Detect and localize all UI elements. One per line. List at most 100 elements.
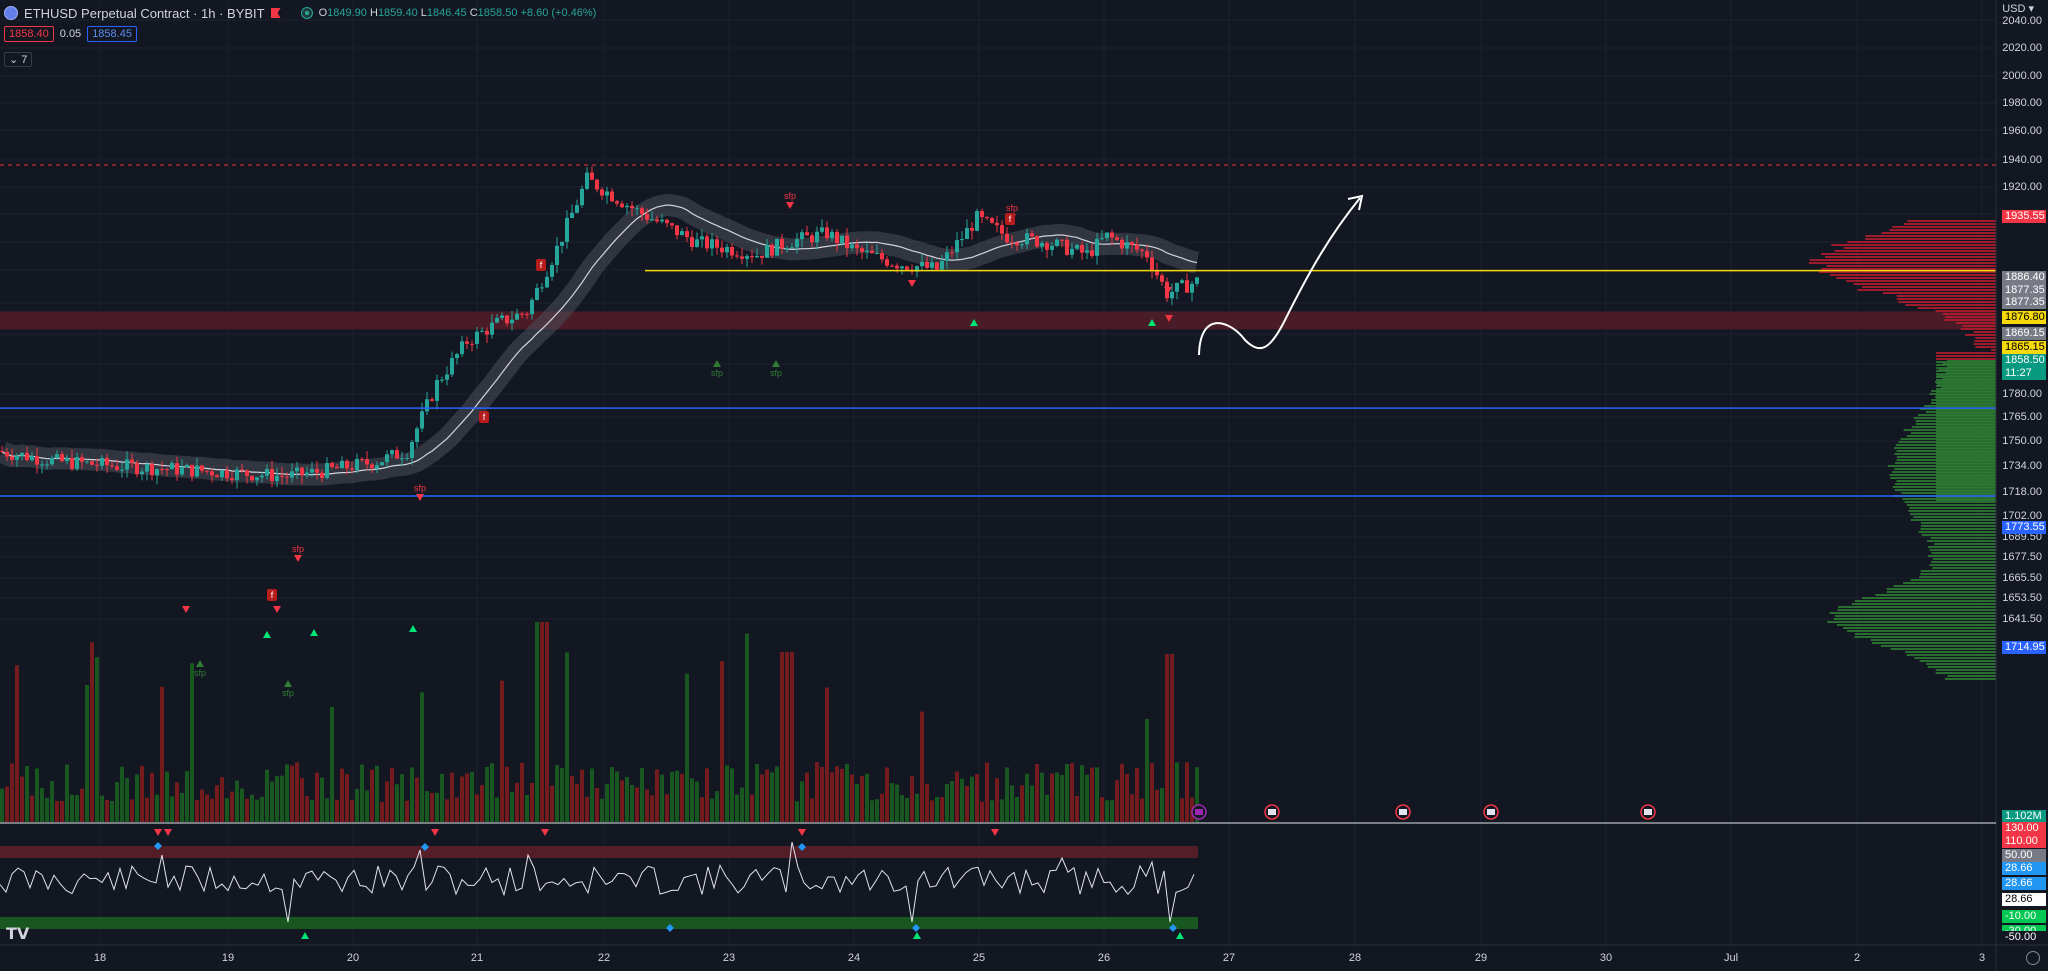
profile-bar bbox=[1975, 346, 1996, 348]
candle-body bbox=[100, 458, 104, 466]
currency-selector[interactable]: USD ▾ bbox=[2002, 2, 2034, 15]
volume-bar bbox=[530, 783, 534, 822]
sell-price-button[interactable]: 1858.40 bbox=[4, 26, 54, 42]
profile-bar bbox=[1921, 525, 1996, 527]
volume-bar bbox=[170, 796, 174, 822]
profile-bar bbox=[1847, 630, 1996, 632]
profile-bar bbox=[1888, 465, 1996, 467]
candle-body bbox=[145, 464, 149, 472]
volume-bar bbox=[775, 766, 779, 822]
candle-body bbox=[595, 180, 599, 190]
candle-body bbox=[340, 461, 344, 468]
settings-icon[interactable] bbox=[2026, 951, 2040, 965]
price-tick: 1665.50 bbox=[2002, 572, 2042, 584]
profile-bar bbox=[1855, 600, 1996, 602]
volume-bar bbox=[945, 784, 949, 822]
volume-bar bbox=[790, 652, 794, 822]
volume-bar bbox=[205, 795, 209, 822]
profile-bar bbox=[1853, 283, 1996, 285]
time-tick: 24 bbox=[848, 952, 860, 964]
price-tag: 1865.15 bbox=[2002, 341, 2046, 354]
volume-bar bbox=[510, 792, 514, 822]
profile-bar bbox=[1946, 372, 1996, 374]
buy-price-button[interactable]: 1858.45 bbox=[87, 26, 137, 42]
volume-bar bbox=[785, 652, 789, 822]
volume-bar bbox=[1130, 794, 1134, 822]
volume-bar bbox=[615, 771, 619, 822]
sfp-label: sfp bbox=[292, 544, 304, 554]
volume-bar bbox=[860, 776, 864, 822]
candle-body bbox=[515, 314, 519, 320]
candle-body bbox=[1080, 245, 1084, 253]
candle-body bbox=[980, 211, 984, 217]
volume-bar bbox=[535, 622, 539, 822]
price-tag: 1858.50 bbox=[2002, 354, 2046, 367]
price-tick: 1765.00 bbox=[2002, 411, 2042, 423]
volume-bar bbox=[95, 657, 99, 822]
oscillator-pane bbox=[0, 842, 1198, 932]
profile-bar bbox=[1862, 286, 1996, 288]
price-tick: 2020.00 bbox=[2002, 42, 2042, 54]
profile-bar bbox=[1943, 313, 1996, 315]
signal-down-marker bbox=[182, 606, 190, 613]
time-tick: 3 bbox=[1979, 952, 1985, 964]
volume-bar bbox=[640, 768, 644, 822]
volume-bar bbox=[725, 766, 729, 822]
volume-bar bbox=[415, 778, 419, 822]
candle-body bbox=[385, 454, 389, 462]
volume-bar bbox=[275, 776, 279, 822]
candle-body bbox=[845, 236, 849, 249]
candle-body bbox=[800, 232, 804, 239]
profile-bar bbox=[1945, 316, 1996, 318]
candle-body bbox=[765, 245, 769, 258]
candle-body bbox=[305, 473, 309, 475]
volume-bar bbox=[900, 795, 904, 822]
profile-bar bbox=[1920, 660, 1996, 662]
price-tick: 1718.00 bbox=[2002, 486, 2042, 498]
profile-bar bbox=[1844, 247, 1996, 249]
tradingview-logo[interactable]: TV bbox=[6, 924, 29, 943]
volume-bar bbox=[865, 774, 869, 822]
volume-bar bbox=[455, 797, 459, 822]
candle-body bbox=[395, 450, 399, 458]
candle-body bbox=[250, 476, 254, 480]
candle-body bbox=[425, 399, 429, 411]
volume-bar bbox=[660, 775, 664, 822]
volume-bar bbox=[1110, 800, 1114, 822]
indicators-toggle[interactable]: ⌄ 7 bbox=[4, 52, 32, 67]
osc-down-marker bbox=[164, 829, 172, 836]
candle-body bbox=[1190, 284, 1194, 293]
market-status-icon[interactable] bbox=[301, 7, 313, 19]
osc-down-marker bbox=[431, 829, 439, 836]
candle-body bbox=[840, 236, 844, 244]
candle-body bbox=[140, 472, 144, 475]
price-tick: 2040.00 bbox=[2002, 15, 2042, 27]
volume-bar bbox=[85, 685, 89, 822]
chart-canvas[interactable]: sfpsfpsfp sfpsfpsfpsfpsfpffff bbox=[0, 0, 2048, 971]
candle-body bbox=[545, 277, 549, 288]
osc-up-marker bbox=[301, 932, 309, 939]
profile-bar bbox=[1936, 310, 1996, 312]
volume-bar bbox=[835, 766, 839, 822]
event-markers bbox=[1192, 805, 1655, 819]
candle-body bbox=[450, 358, 454, 374]
price-tag: 1886.40 bbox=[2002, 271, 2046, 284]
volume-bar bbox=[10, 764, 14, 822]
candle-body bbox=[1055, 240, 1059, 246]
candle-body bbox=[345, 461, 349, 469]
profile-bar bbox=[1911, 579, 1996, 581]
volume-bar bbox=[215, 785, 219, 822]
profile-bar bbox=[1936, 672, 1996, 674]
candle-body bbox=[865, 251, 869, 252]
profile-bar bbox=[1927, 540, 1996, 542]
profile-bar bbox=[1826, 265, 1996, 267]
candle-body bbox=[170, 463, 174, 469]
profile-bar bbox=[1919, 576, 1996, 578]
osc-tag: 28.66 bbox=[2002, 862, 2046, 875]
time-tick: 18 bbox=[94, 952, 106, 964]
volume-bar bbox=[240, 789, 244, 822]
flag-icon[interactable] bbox=[271, 8, 281, 18]
candle-body bbox=[1125, 242, 1129, 248]
volume-bar bbox=[375, 766, 379, 822]
symbol-title[interactable]: ETHUSD Perpetual Contract · 1h · BYBIT bbox=[24, 6, 265, 21]
